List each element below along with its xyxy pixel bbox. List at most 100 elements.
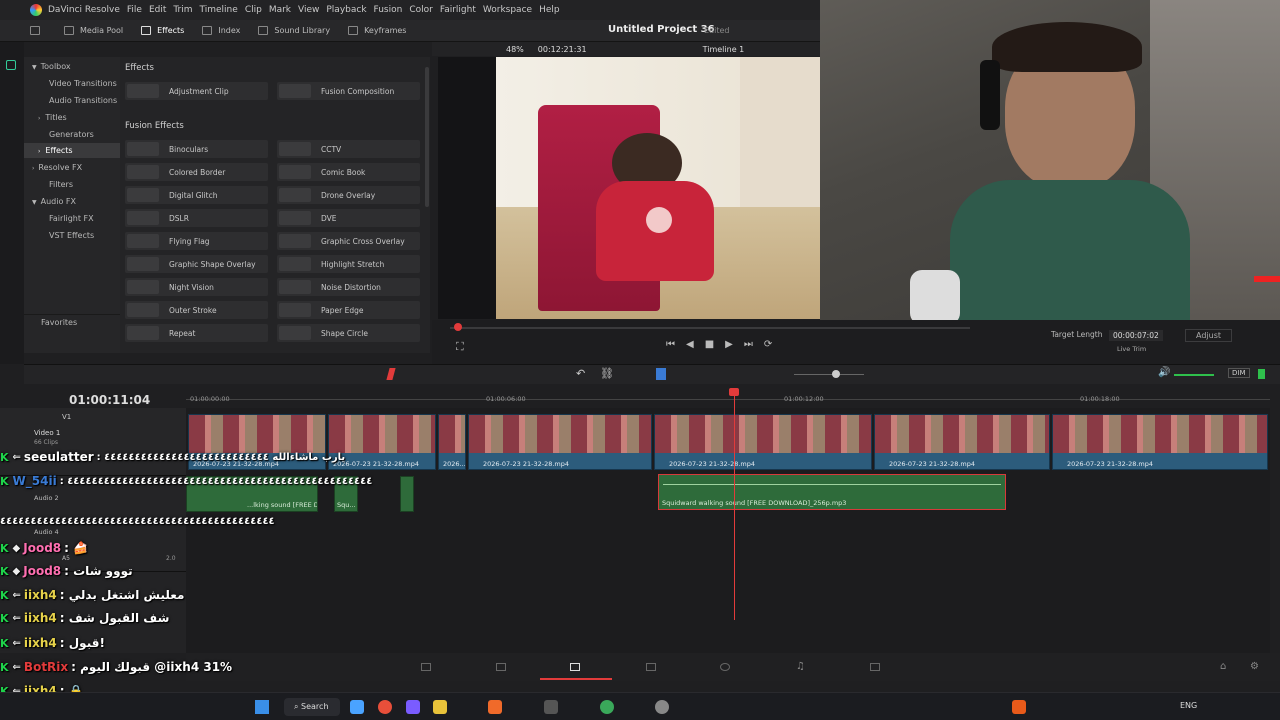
fx-repeat[interactable]: Repeat — [125, 324, 268, 342]
menu-clip[interactable]: Clip — [245, 5, 269, 15]
davinci-icon[interactable] — [655, 700, 669, 714]
adjust-button[interactable]: Adjust — [1185, 329, 1233, 342]
taskbar-app-icon[interactable] — [544, 700, 558, 714]
menu-view[interactable]: View — [298, 5, 326, 15]
sidebar-item-resolve-fx[interactable]: › Resolve FX — [24, 160, 120, 175]
playback-controls[interactable]: ⏮◀■▶⏭⟳ — [666, 339, 783, 350]
media-icon[interactable] — [6, 60, 16, 70]
sidebar-item-filters[interactable]: Filters — [24, 177, 120, 192]
fx-shape-circle[interactable]: Shape Circle — [277, 324, 420, 342]
sidebar-item-vst-effects[interactable]: VST Effects — [24, 228, 120, 243]
sidebar-item-audio-transitions[interactable]: Audio Transitions — [24, 93, 120, 108]
fx-comic-book[interactable]: Comic Book — [277, 163, 420, 181]
keyframes-button[interactable]: Keyframes — [339, 26, 415, 35]
fx-graphic-shape-overlay[interactable]: Graphic Shape Overlay — [125, 255, 268, 273]
playhead-line[interactable] — [734, 392, 735, 620]
video-clip[interactable]: 2026-07-23 21-32-28.mp4 — [328, 414, 436, 470]
timeline-ruler[interactable]: 01:00:00:00 01:00:06:00 01:00:12:00 01:0… — [186, 390, 1270, 408]
fx-cctv[interactable]: CCTV — [277, 140, 420, 158]
file-explorer-icon[interactable] — [433, 700, 447, 714]
sidebar-item-favorites[interactable]: Favorites — [24, 314, 120, 329]
menu-timeline[interactable]: Timeline — [200, 5, 245, 15]
sidebar-item-generators[interactable]: Generators — [24, 127, 120, 142]
effects-scrollbar[interactable] — [425, 67, 429, 207]
settings-icon[interactable]: ⚙ — [1250, 661, 1259, 672]
sidebar-item-fairlight-fx[interactable]: Fairlight FX — [24, 211, 120, 226]
scrub-playhead[interactable] — [454, 323, 462, 331]
menu-file[interactable]: File — [127, 5, 149, 15]
fx-night-vision[interactable]: Night Vision — [125, 278, 268, 296]
sidebar-item-effects[interactable]: › Effects — [24, 143, 120, 158]
viewer-zoom[interactable]: 48% — [506, 45, 524, 54]
fx-outer-stroke[interactable]: Outer Stroke — [125, 301, 268, 319]
sidebar-item-audio-fx[interactable]: ▼ Audio FX — [24, 194, 120, 209]
home-icon[interactable]: ⌂ — [1220, 661, 1226, 672]
sound-library-button[interactable]: Sound Library — [249, 26, 339, 35]
snap-icon[interactable]: ↶ — [576, 367, 585, 380]
language-indicator[interactable]: ENG — [1180, 701, 1197, 710]
sidebar-item-video-transitions[interactable]: Video Transitions — [24, 76, 120, 91]
audio-clip[interactable] — [400, 476, 414, 512]
menu-playback[interactable]: Playback — [326, 5, 373, 15]
fx-highlight-stretch[interactable]: Highlight Stretch — [277, 255, 420, 273]
audio-clip-selected[interactable]: Squidward walking sound [FREE DOWNLOAD]_… — [658, 474, 1006, 510]
media-page-icon[interactable] — [421, 663, 431, 671]
chrome-icon[interactable] — [378, 700, 392, 714]
video-track-header[interactable]: V1 Video 1 66 Clips — [0, 408, 186, 476]
discord-icon[interactable] — [406, 700, 420, 714]
volume-icon[interactable]: 🔊 — [1158, 367, 1170, 378]
crop-icon[interactable]: ⛶ — [456, 340, 464, 354]
media-pool-button[interactable]: Media Pool — [55, 26, 132, 35]
brave-icon[interactable] — [488, 700, 502, 714]
video-clip[interactable]: 2026-07-23 21-32-28.mp4 — [874, 414, 1050, 470]
live-trim-label[interactable]: Live Trim — [1117, 345, 1146, 353]
video-clip[interactable]: 2026-07-23 21-32-28.mp4 — [1052, 414, 1268, 470]
volume-slider[interactable] — [1174, 374, 1214, 376]
zoom-slider[interactable] — [794, 374, 864, 375]
audio-track-4-header[interactable]: Audio 4 A5 2.0 — [0, 524, 186, 572]
menu-workspace[interactable]: Workspace — [483, 5, 539, 15]
menu-fairlight[interactable]: Fairlight — [440, 5, 483, 15]
taskbar-app-icon[interactable] — [350, 700, 364, 714]
fx-dslr[interactable]: DSLR — [125, 209, 268, 227]
video-clip[interactable]: 2026-07-23 21-32-28.mp4 — [468, 414, 652, 470]
menu-trim[interactable]: Trim — [173, 5, 199, 15]
fx-dve[interactable]: DVE — [277, 209, 420, 227]
video-clip[interactable]: 2026-07-23 21-32-28.mp4 — [188, 414, 326, 470]
timeline-tracks[interactable]: 2026-07-23 21-32-28.mp4 2026-07-23 21-32… — [186, 408, 1270, 653]
fx-flying-flag[interactable]: Flying Flag — [125, 232, 268, 250]
link-icon[interactable]: ⛓ — [600, 367, 614, 380]
taskbar-search-button[interactable]: ⌕ Search — [284, 698, 340, 716]
fx-adjustment-clip[interactable]: Adjustment Clip — [125, 82, 268, 100]
audio-clip[interactable]: ...lking sound [FREE DOW... — [186, 476, 318, 512]
xbox-icon[interactable] — [600, 700, 614, 714]
cut-page-icon[interactable] — [496, 663, 506, 671]
fx-binoculars[interactable]: Binoculars — [125, 140, 268, 158]
fusion-page-icon[interactable] — [646, 663, 656, 671]
fx-drone-overlay[interactable]: Drone Overlay — [277, 186, 420, 204]
source-viewer[interactable] — [438, 57, 820, 319]
timeline-name-dropdown[interactable]: Timeline 1 — [703, 45, 745, 54]
fx-colored-border[interactable]: Colored Border — [125, 163, 268, 181]
menu-edit[interactable]: Edit — [149, 5, 173, 15]
audio-clip[interactable]: Squ... — [334, 476, 358, 512]
flag-icon[interactable] — [656, 368, 666, 380]
dim-button[interactable]: DIM — [1228, 368, 1250, 378]
video-clip[interactable]: 2026... — [438, 414, 466, 470]
fairlight-page-icon[interactable]: ♫ — [796, 661, 805, 672]
taskbar-app-icon[interactable] — [1012, 700, 1026, 714]
deliver-page-icon[interactable] — [870, 663, 880, 671]
audio-track-2-header[interactable]: Audio 2 — [0, 476, 186, 524]
windows-start-icon[interactable] — [255, 700, 269, 714]
video-clip[interactable]: 2026-07-23 21-32-28.mp4 — [654, 414, 872, 470]
color-page-icon[interactable] — [720, 663, 730, 671]
panel-toggle[interactable] — [0, 26, 55, 35]
effects-button[interactable]: Effects — [132, 26, 193, 35]
sidebar-item-toolbox[interactable]: ▼ Toolbox — [24, 59, 120, 74]
menu-app-name[interactable]: DaVinci Resolve — [48, 5, 127, 15]
menu-color[interactable]: Color — [409, 5, 440, 15]
menu-help[interactable]: Help — [539, 5, 567, 15]
fx-paper-edge[interactable]: Paper Edge — [277, 301, 420, 319]
target-length-value[interactable]: 00:00:07:02 — [1109, 330, 1163, 341]
fx-noise-distortion[interactable]: Noise Distortion — [277, 278, 420, 296]
